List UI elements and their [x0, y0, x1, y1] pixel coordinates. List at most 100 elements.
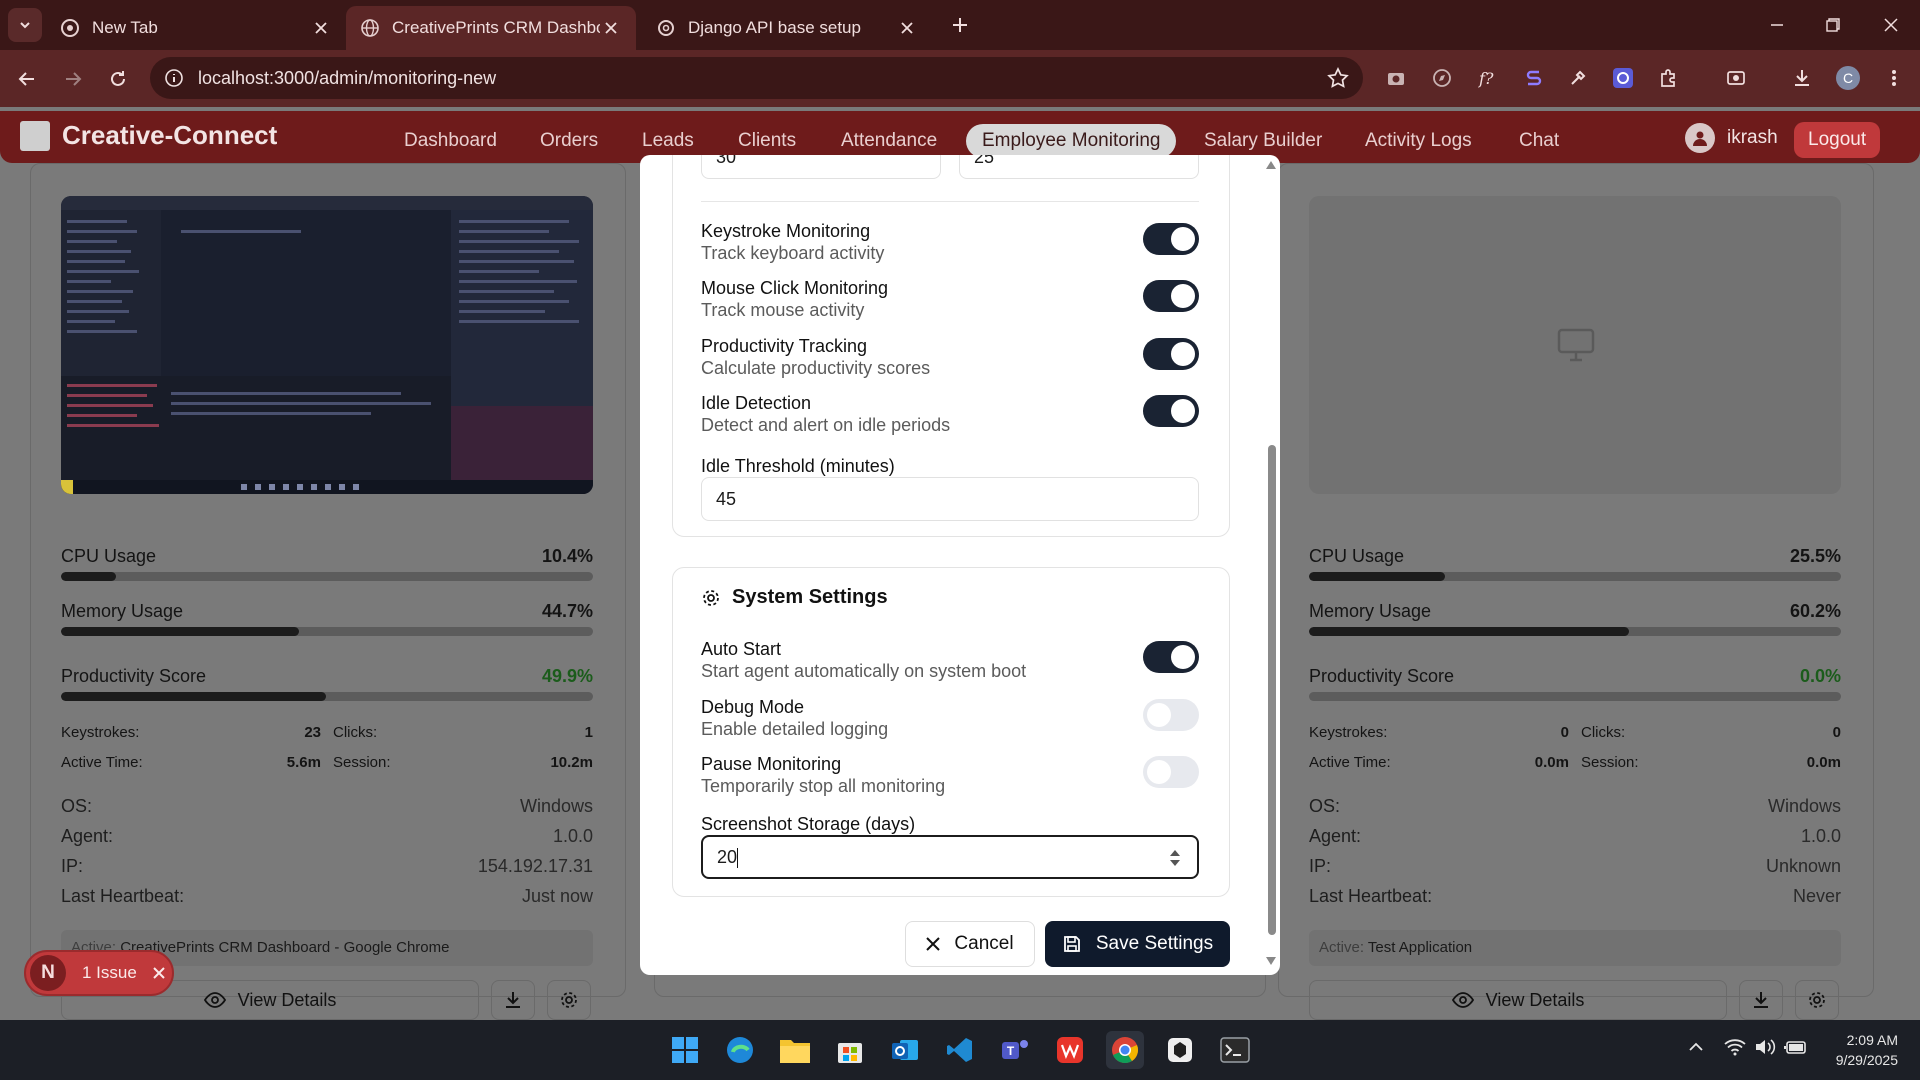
tab-new-tab[interactable]: New Tab — [46, 6, 346, 50]
download-icon[interactable] — [1788, 64, 1816, 92]
teams-icon[interactable]: T — [996, 1031, 1034, 1069]
debug-mode-toggle[interactable] — [1143, 699, 1199, 731]
nav-leads[interactable]: Leads — [626, 124, 710, 158]
terminal-icon[interactable] — [1216, 1031, 1254, 1069]
stat-value: 0 — [1560, 724, 1569, 741]
volume-icon[interactable] — [1754, 1038, 1776, 1056]
brand[interactable]: Creative-Connect — [20, 120, 277, 151]
wps-office-icon[interactable] — [1051, 1031, 1089, 1069]
taskbar-clock[interactable]: 2:09 AM 9/29/2025 — [1818, 1030, 1898, 1070]
progress-bar — [1309, 627, 1841, 636]
stat-label: Session: — [333, 754, 391, 771]
info-label: OS: — [61, 796, 93, 816]
screenshot-icon[interactable] — [1722, 64, 1750, 92]
function-extension-icon[interactable]: f? — [1474, 64, 1502, 92]
number-stepper-icon[interactable] — [1169, 847, 1181, 869]
agent-settings-button[interactable] — [547, 980, 591, 1020]
close-icon[interactable] — [153, 967, 165, 979]
microsoft-store-icon[interactable] — [831, 1031, 869, 1069]
pause-monitoring-toggle[interactable] — [1143, 756, 1199, 788]
browser-menu-icon[interactable] — [1880, 64, 1908, 92]
scroll-up-arrow-icon[interactable] — [1266, 161, 1276, 169]
view-details-button[interactable]: View Details — [1309, 980, 1727, 1020]
user-menu[interactable]: ikrash — [1685, 123, 1778, 153]
save-settings-button[interactable]: Save Settings — [1045, 921, 1230, 967]
windows-start-icon[interactable] — [666, 1031, 704, 1069]
metric-label: Memory Usage — [61, 601, 184, 621]
idle-detection-toggle[interactable] — [1143, 395, 1199, 427]
forward-button[interactable] — [58, 64, 88, 94]
interval-input-2[interactable]: 25 — [959, 155, 1199, 179]
scroll-down-arrow-icon[interactable] — [1266, 957, 1276, 965]
vscode-icon[interactable] — [941, 1031, 979, 1069]
box-app-icon[interactable] — [1161, 1031, 1199, 1069]
nav-activity-logs[interactable]: Activity Logs — [1349, 124, 1488, 158]
tab-search-button[interactable] — [8, 8, 42, 42]
camera-extension-icon[interactable] — [1382, 64, 1410, 92]
gear-extension-icon[interactable] — [1609, 64, 1637, 92]
download-button[interactable] — [1739, 980, 1783, 1020]
productivity-tracking-toggle[interactable] — [1143, 338, 1199, 370]
progress-bar — [1309, 572, 1841, 581]
agent-screenshot[interactable] — [61, 196, 593, 494]
tab-crm-dashboard[interactable]: CreativePrints CRM Dashboard — [346, 6, 636, 50]
close-tab-icon[interactable] — [310, 17, 332, 39]
chrome-taskbar-icon[interactable] — [1106, 1031, 1144, 1069]
outlook-icon[interactable] — [886, 1031, 924, 1069]
eyedropper-extension-icon[interactable] — [1564, 64, 1592, 92]
download-button[interactable] — [491, 980, 535, 1020]
screenshot-storage-input[interactable]: 20 — [701, 835, 1199, 879]
metric-value: 0.0% — [1799, 666, 1841, 686]
profile-avatar[interactable]: C — [1834, 64, 1862, 92]
nav-dashboard[interactable]: Dashboard — [388, 124, 513, 158]
taskbar: T 2:09 AM 9/29/2025 — [0, 1020, 1920, 1080]
stat-value: 0 — [1832, 724, 1841, 741]
close-tab-icon[interactable] — [600, 17, 622, 39]
s-extension-icon[interactable] — [1520, 64, 1548, 92]
show-hidden-icons-chevron-icon[interactable] — [1688, 1040, 1704, 1052]
stat-label: Session: — [1581, 754, 1639, 771]
auto-start-toggle[interactable] — [1143, 641, 1199, 673]
edge-icon[interactable] — [721, 1031, 759, 1069]
chevron-down-icon — [20, 22, 30, 29]
nav-employee-monitoring[interactable]: Employee Monitoring — [966, 124, 1177, 158]
cancel-button[interactable]: Cancel — [905, 921, 1035, 967]
close-tab-icon[interactable] — [896, 17, 918, 39]
toggle-title: Productivity Tracking — [701, 336, 868, 356]
back-button[interactable] — [12, 64, 42, 94]
minimize-button[interactable] — [1762, 10, 1792, 40]
puzzle-extensions-icon[interactable] — [1654, 64, 1682, 92]
progress-fill — [61, 572, 117, 581]
reload-button[interactable] — [103, 64, 133, 94]
toggle-knob — [1171, 399, 1195, 423]
close-window-button[interactable] — [1876, 10, 1906, 40]
restore-button[interactable] — [1818, 10, 1848, 40]
tab-django-api[interactable]: Django API base setup — [642, 6, 932, 50]
save-icon — [1063, 936, 1080, 952]
idle-threshold-input[interactable]: 45 — [701, 477, 1199, 521]
bookmark-star-icon[interactable] — [1327, 67, 1349, 89]
keystroke-monitoring-toggle[interactable] — [1143, 223, 1199, 255]
progress-fill — [1309, 627, 1630, 636]
nav-chat[interactable]: Chat — [1503, 124, 1575, 158]
wifi-icon[interactable] — [1724, 1038, 1746, 1056]
agent-settings-button[interactable] — [1795, 980, 1839, 1020]
nav-attendance[interactable]: Attendance — [825, 124, 953, 158]
logout-button[interactable]: Logout — [1794, 122, 1881, 158]
issues-badge[interactable]: N 1 Issue — [24, 950, 174, 996]
nav-salary-builder[interactable]: Salary Builder — [1188, 124, 1338, 158]
issue-initial: N — [30, 955, 66, 991]
compass-extension-icon[interactable] — [1428, 64, 1456, 92]
address-bar[interactable]: localhost:3000/admin/monitoring-new — [150, 57, 1363, 99]
nav-clients[interactable]: Clients — [722, 124, 812, 158]
new-tab-button[interactable] — [948, 13, 972, 37]
progress-bar — [61, 692, 593, 701]
battery-icon[interactable] — [1784, 1038, 1808, 1056]
interval-input-1[interactable]: 30 — [701, 155, 941, 179]
nav-orders[interactable]: Orders — [524, 124, 614, 158]
file-explorer-icon[interactable] — [776, 1031, 814, 1069]
divider — [701, 201, 1199, 202]
scrollbar-thumb[interactable] — [1268, 445, 1276, 935]
active-window-title: Test Application — [1367, 939, 1473, 956]
mouse-click-monitoring-toggle[interactable] — [1143, 280, 1199, 312]
